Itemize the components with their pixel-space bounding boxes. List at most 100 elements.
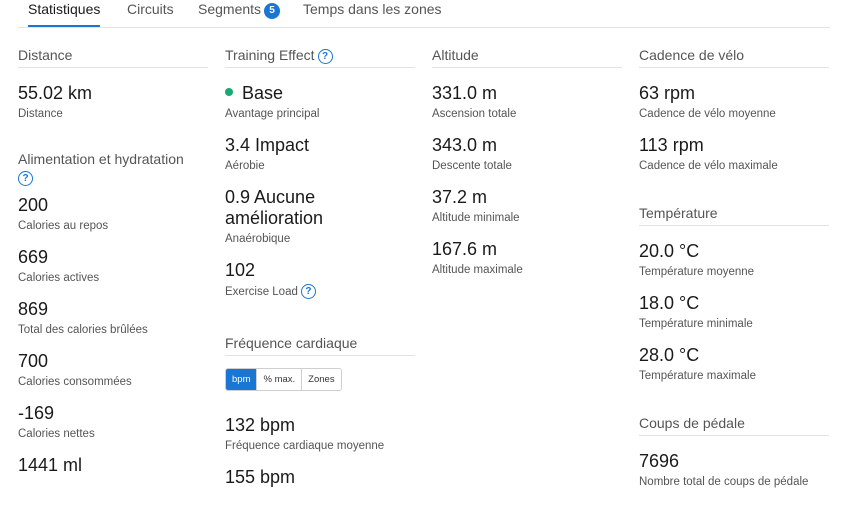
stat-label: Anaérobique: [225, 233, 291, 245]
stat-label: Température maximale: [639, 370, 756, 382]
column-cadence-temperature: Cadence de vélo 63 rpm Cadence de vélo m…: [639, 47, 829, 489]
stat-exercise-load: 102 Exercise Load?: [225, 260, 415, 299]
stat-value: -169: [18, 403, 55, 423]
stat-anaerobic: 0.9 Aucune amélioration Anaérobique: [225, 187, 415, 246]
stat-hr-average: 132 bpm Fréquence cardiaque moyenne: [225, 415, 415, 453]
toggle-bpm[interactable]: bpm: [226, 369, 257, 390]
stat-label: Température minimale: [639, 318, 753, 330]
stat-label: Exercise Load?: [225, 284, 415, 299]
toggle-percent-max[interactable]: % max.: [256, 369, 301, 390]
stat-value: 132 bpm: [225, 415, 296, 435]
stat-aerobic: 3.4 Impact Aérobie: [225, 135, 415, 173]
tab-label: Temps dans les zones: [303, 1, 442, 17]
stat-label-text: Exercise Load: [225, 286, 298, 298]
section-title-pedal-strokes: Coups de pédale: [639, 415, 829, 436]
stat-label: Calories au repos: [18, 220, 109, 232]
section-title-distance: Distance: [18, 47, 208, 68]
stat-label: Cadence de vélo moyenne: [639, 108, 776, 120]
stat-label: Température moyenne: [639, 266, 755, 278]
stat-ascent: 331.0 m Ascension totale: [432, 83, 622, 121]
stat-value: 669: [18, 247, 49, 267]
help-icon[interactable]: ?: [18, 171, 33, 186]
help-icon[interactable]: ?: [300, 284, 316, 299]
stat-value: 18.0 °C: [639, 293, 700, 313]
stat-descent: 343.0 m Descente totale: [432, 135, 622, 173]
stat-value: 3.4 Impact: [225, 135, 310, 155]
toggle-zones[interactable]: Zones: [301, 369, 340, 390]
stat-value: 20.0 °C: [639, 241, 700, 261]
stat-calories-consommees: 700 Calories consommées: [18, 351, 208, 389]
stat-value: 200: [18, 195, 49, 215]
stat-label: Cadence de vélo maximale: [639, 160, 778, 172]
tab-label: Statistiques: [28, 1, 101, 17]
section-title-training-effect: Training Effect?: [225, 47, 415, 68]
stat-label: Altitude maximale: [432, 264, 523, 276]
tab-temps-zones[interactable]: Temps dans les zones: [303, 0, 442, 26]
stat-value: 55.02 km: [18, 83, 93, 103]
stat-label: Calories nettes: [18, 428, 95, 440]
section-title-heart-rate: Fréquence cardiaque: [225, 335, 415, 356]
stat-cadence-max: 113 rpm Cadence de vélo maximale: [639, 135, 829, 173]
stat-label: Calories consommées: [18, 376, 132, 388]
section-title-temperature: Température: [639, 205, 829, 226]
stat-calories-total: 869 Total des calories brûlées: [18, 299, 208, 337]
stat-value: 167.6 m: [432, 239, 498, 259]
stat-min-altitude: 37.2 m Altitude minimale: [432, 187, 622, 225]
stat-temp-average: 20.0 °C Température moyenne: [639, 241, 829, 279]
tab-label: Circuits: [127, 1, 174, 17]
stat-calories-nettes: -169 Calories nettes: [18, 403, 208, 441]
stat-value: Base: [225, 83, 415, 104]
stat-value: 37.2 m: [432, 187, 488, 207]
stat-value: 869: [18, 299, 49, 319]
stat-label: Avantage principal: [225, 108, 320, 120]
stat-label: Altitude minimale: [432, 212, 520, 224]
stat-max-altitude: 167.6 m Altitude maximale: [432, 239, 622, 277]
stat-label: Total des calories brûlées: [18, 324, 148, 336]
tab-segments[interactable]: Segments 5: [198, 0, 281, 26]
stat-calories-repos: 200 Calories au repos: [18, 195, 208, 233]
stat-calories-actives: 669 Calories actives: [18, 247, 208, 285]
stat-distance: 55.02 km Distance: [18, 83, 208, 121]
section-title-text: Alimentation et hydratation: [18, 151, 184, 167]
stat-primary-benefit: Base Avantage principal: [225, 83, 415, 121]
stat-value: 102: [225, 260, 256, 280]
stat-label: Ascension totale: [432, 108, 517, 120]
stat-label: Distance: [18, 108, 63, 120]
tab-circuits[interactable]: Circuits: [127, 0, 174, 26]
stat-value: 63 rpm: [639, 83, 696, 103]
stat-value: 0.9 Aucune amélioration: [225, 187, 324, 228]
segments-count-badge: 5: [264, 3, 281, 19]
stat-cadence-average: 63 rpm Cadence de vélo moyenne: [639, 83, 829, 121]
stat-value: 1441 ml: [18, 455, 83, 475]
stat-value: 7696: [639, 451, 680, 471]
column-training-effect: Training Effect? Base Avantage principal…: [225, 47, 415, 488]
tab-label: Segments: [198, 1, 262, 17]
stat-temp-min: 18.0 °C Température minimale: [639, 293, 829, 331]
column-altitude: Altitude 331.0 m Ascension totale 343.0 …: [432, 47, 622, 277]
stat-label: Descente totale: [432, 160, 512, 172]
stat-temp-max: 28.0 °C Température maximale: [639, 345, 829, 383]
stat-hydratation: 1441 ml: [18, 455, 208, 476]
stat-label: Aérobie: [225, 160, 265, 172]
stat-pedal-strokes: 7696 Nombre total de coups de pédale: [639, 451, 829, 489]
section-title-cadence: Cadence de vélo: [639, 47, 829, 68]
column-distance-nutrition: Distance 55.02 km Distance Alimentation …: [18, 47, 208, 476]
stat-label: Fréquence cardiaque moyenne: [225, 440, 385, 452]
stat-value: 113 rpm: [639, 135, 704, 155]
section-title-altitude: Altitude: [432, 47, 622, 68]
section-title-text: Training Effect: [225, 47, 315, 63]
tab-bar: Statistiques Circuits Segments 5 Temps da…: [18, 0, 830, 28]
stat-value: 155 bpm: [225, 467, 296, 487]
stat-label: Calories actives: [18, 272, 100, 284]
stat-value: 28.0 °C: [639, 345, 700, 365]
status-dot-icon: [225, 88, 233, 96]
help-icon[interactable]: ?: [317, 49, 333, 64]
stat-value: 700: [18, 351, 49, 371]
stat-label: Nombre total de coups de pédale: [639, 476, 809, 488]
stat-value: 331.0 m: [432, 83, 498, 103]
stat-value: 343.0 m: [432, 135, 498, 155]
tab-statistiques[interactable]: Statistiques: [28, 0, 101, 27]
section-title-nutrition: Alimentation et hydratation ?: [18, 151, 208, 189]
stat-hr-max: 155 bpm: [225, 467, 415, 488]
hr-unit-toggle: bpm % max. Zones: [225, 368, 342, 391]
